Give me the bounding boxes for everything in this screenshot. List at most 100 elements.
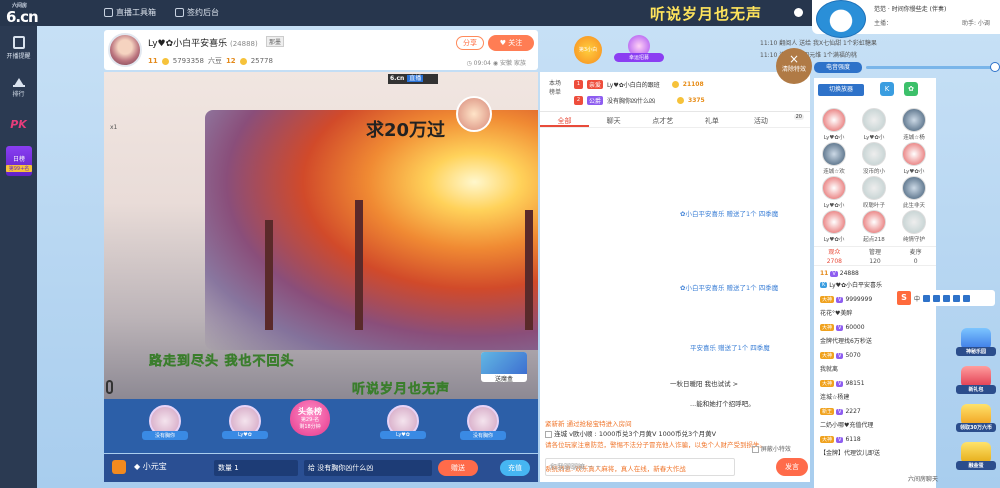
audience-row[interactable]: 连城☆杨建 [820,392,849,401]
chat-message: ✿小白平安喜乐 赠送了1个 四季魔 [680,284,779,292]
grid-icon[interactable] [963,294,971,302]
tab-audience[interactable]: 观众 2708 [814,247,855,265]
rank-title-line2[interactable]: 榜单 [549,89,561,96]
give-gift-button[interactable]: 赠送 [438,460,478,476]
sidebar-item-pk[interactable]: PK [0,118,37,131]
tab-activity[interactable]: 活动 [736,114,785,127]
slider-track[interactable] [866,66,994,69]
selected-gift[interactable]: ◆ 小元宝 [134,461,167,472]
viewer-cell[interactable]: Ly♥✿小 [896,142,932,175]
seat-1[interactable]: 没有胸你 [142,405,188,440]
location-icon: ◉ [492,60,499,67]
claim-coins-button[interactable]: 领取30万六币 [956,404,996,432]
site-logo[interactable]: 六间房 6.cn [4,2,39,26]
gift-box-icon[interactable] [112,460,126,474]
seat-3[interactable]: Ly♥✿ [380,405,426,439]
promo-xiaobai[interactable]: 第3小白 [574,36,602,64]
language-toggle[interactable]: 中 [914,294,920,303]
viewer-cell[interactable]: 连城☆欢 [816,142,852,175]
sign-backend-link[interactable]: 签约后台 [175,7,219,18]
golden-egg-button[interactable]: 融金蛋 [956,442,996,470]
quantity-label: 数量 [218,464,232,472]
audience-row[interactable]: 花花°♥美醉 [820,308,852,317]
daybang-badge[interactable]: 日榜 第99+名 [6,146,32,176]
chat-messages[interactable]: ✿小白平安喜乐 赠送了1个 四季魔 ✿小白平安喜乐 赠送了1个 四季魔 平安喜乐… [540,132,810,473]
user-status-dot[interactable] [794,8,803,17]
mic-icon[interactable] [933,294,941,302]
slider-knob[interactable] [990,62,1000,72]
viewer-cell[interactable]: Ly♥✿小 [856,108,892,141]
promo-lucky-recruit[interactable]: 幸运招募 [614,35,664,65]
audience-row[interactable]: 大神 V 5070 [820,352,861,359]
follow-button[interactable]: ♥ 关注 [488,35,534,51]
user-id: 2227 [845,408,861,415]
microphone-icon[interactable] [106,380,113,394]
sidebar-item-rank[interactable]: 排行 [0,78,37,98]
viewer-cell[interactable]: 没币的小 [856,142,892,175]
audience-row[interactable]: 二奶小哪♥充值代理 [820,420,873,429]
headline-rank-badge[interactable]: 头条榜 第29-名 剩18分钟 [285,400,335,446]
audio-intensity-slider[interactable]: 电音强度 [814,62,1000,74]
guest-camera-avatar[interactable] [456,96,492,132]
audience-row[interactable]: 大神 V 6118 [820,436,861,443]
magic-box-button[interactable]: 送魔盒 [481,352,527,383]
viewer-cell[interactable]: 连城☆杨 [896,108,932,141]
anchor-family[interactable]: 家族 [514,60,526,67]
viewer-cell[interactable]: Ly♥✿小 [816,176,852,209]
audience-row[interactable]: 大神 V 60000 [820,324,865,331]
k-song-icon[interactable]: K [880,82,894,96]
share-button[interactable]: 分享 [456,36,484,50]
anchor-avatar[interactable] [108,33,142,67]
switch-player-button[interactable]: 切换放器 [818,84,864,96]
shirt-icon[interactable] [953,294,961,302]
keyboard-icon[interactable] [943,294,951,302]
app-icon[interactable]: ✿ [904,82,918,96]
viewer-name: Ly♥✿小 [863,135,885,141]
tab-gift-list[interactable]: 礼单 [687,114,736,127]
viewer-cell[interactable]: 纯情守护 [896,210,932,243]
audience-row[interactable]: 大神 V 9999999 [820,296,872,303]
new-gift-pack-button[interactable]: 新礼包 [956,366,996,394]
sidebar-item-remind[interactable]: 开播提醒 [0,36,37,60]
tab-admins[interactable]: 管理 120 [855,247,896,265]
tab-mic-queue[interactable]: 麦序 0 [895,247,936,265]
chat-message[interactable]: 一秋日暖阳 我也试试 > [670,378,738,388]
audience-row[interactable]: 我就离 [820,364,838,373]
live-toolbox-link[interactable]: 直播工具箱 [104,7,156,18]
rank-row-2[interactable]: 2 公爵 没有胸你凶什么凶 3375 [574,96,705,105]
tab-talent[interactable]: 点才艺 [638,114,687,127]
gift-recipient-select[interactable]: 给 没有胸你凶什么凶 [304,460,432,476]
seat-2[interactable]: Ly♥✿ [222,405,268,439]
send-button[interactable]: 发言 [776,458,808,476]
shield-checkbox[interactable] [752,446,759,453]
chat-input[interactable]: 和我聊聊嘛 ~ ~ [545,458,735,476]
clear-effects-button[interactable]: × 清除特效 [776,48,812,84]
seat-4[interactable]: 没有胸你 [460,405,506,440]
rank-row-1[interactable]: 1 亲爱 Ly♥✿小白白的跟班 21108 [574,80,704,89]
audience-row[interactable]: K Ly♥✿小白平安喜乐 [820,280,882,289]
gift-quantity-field[interactable]: 数量 1 [214,460,298,476]
audience-row[interactable]: 11 V 24888 [820,270,859,277]
audience-row[interactable]: 金牌代理找6万秒送 [820,336,872,345]
doraemon-avatar[interactable] [816,0,866,38]
viewer-cell[interactable]: 叹聪叶子 [856,176,892,209]
recharge-button[interactable]: 充值 [500,460,530,476]
viewer-name: 纯情守护 [902,237,925,243]
promo-checkbox[interactable] [545,430,552,438]
audience-row[interactable]: 新王 V 2227 [820,408,861,415]
moon-icon[interactable] [923,294,931,302]
mystery-park-button[interactable]: 神秘乐园 [956,328,996,356]
tree-shape [355,200,363,330]
gift-news-text-1: 翻阅人 送给 我X七仙甜 1个彩虹糖果 [779,40,877,47]
bottom-chat-link[interactable]: 六间房聊天 [908,474,938,483]
tab-all[interactable]: 全部 [540,114,590,127]
sogou-icon[interactable]: S [897,291,911,305]
shield-effects-toggle[interactable]: 屏蔽小特效 [752,444,791,453]
viewer-cell[interactable]: Ly♥✿小 [816,210,852,243]
tab-chat[interactable]: 聊天 [589,114,638,127]
viewer-cell[interactable]: 此生非天 [896,176,932,209]
audience-row[interactable]: 大神 V 98151 [820,380,865,387]
viewer-cell[interactable]: 起点218 [856,210,892,243]
viewer-cell[interactable]: Ly♥✿小 [816,108,852,141]
audience-row[interactable]: 【金牌】代理饮儿即送 [820,448,880,457]
